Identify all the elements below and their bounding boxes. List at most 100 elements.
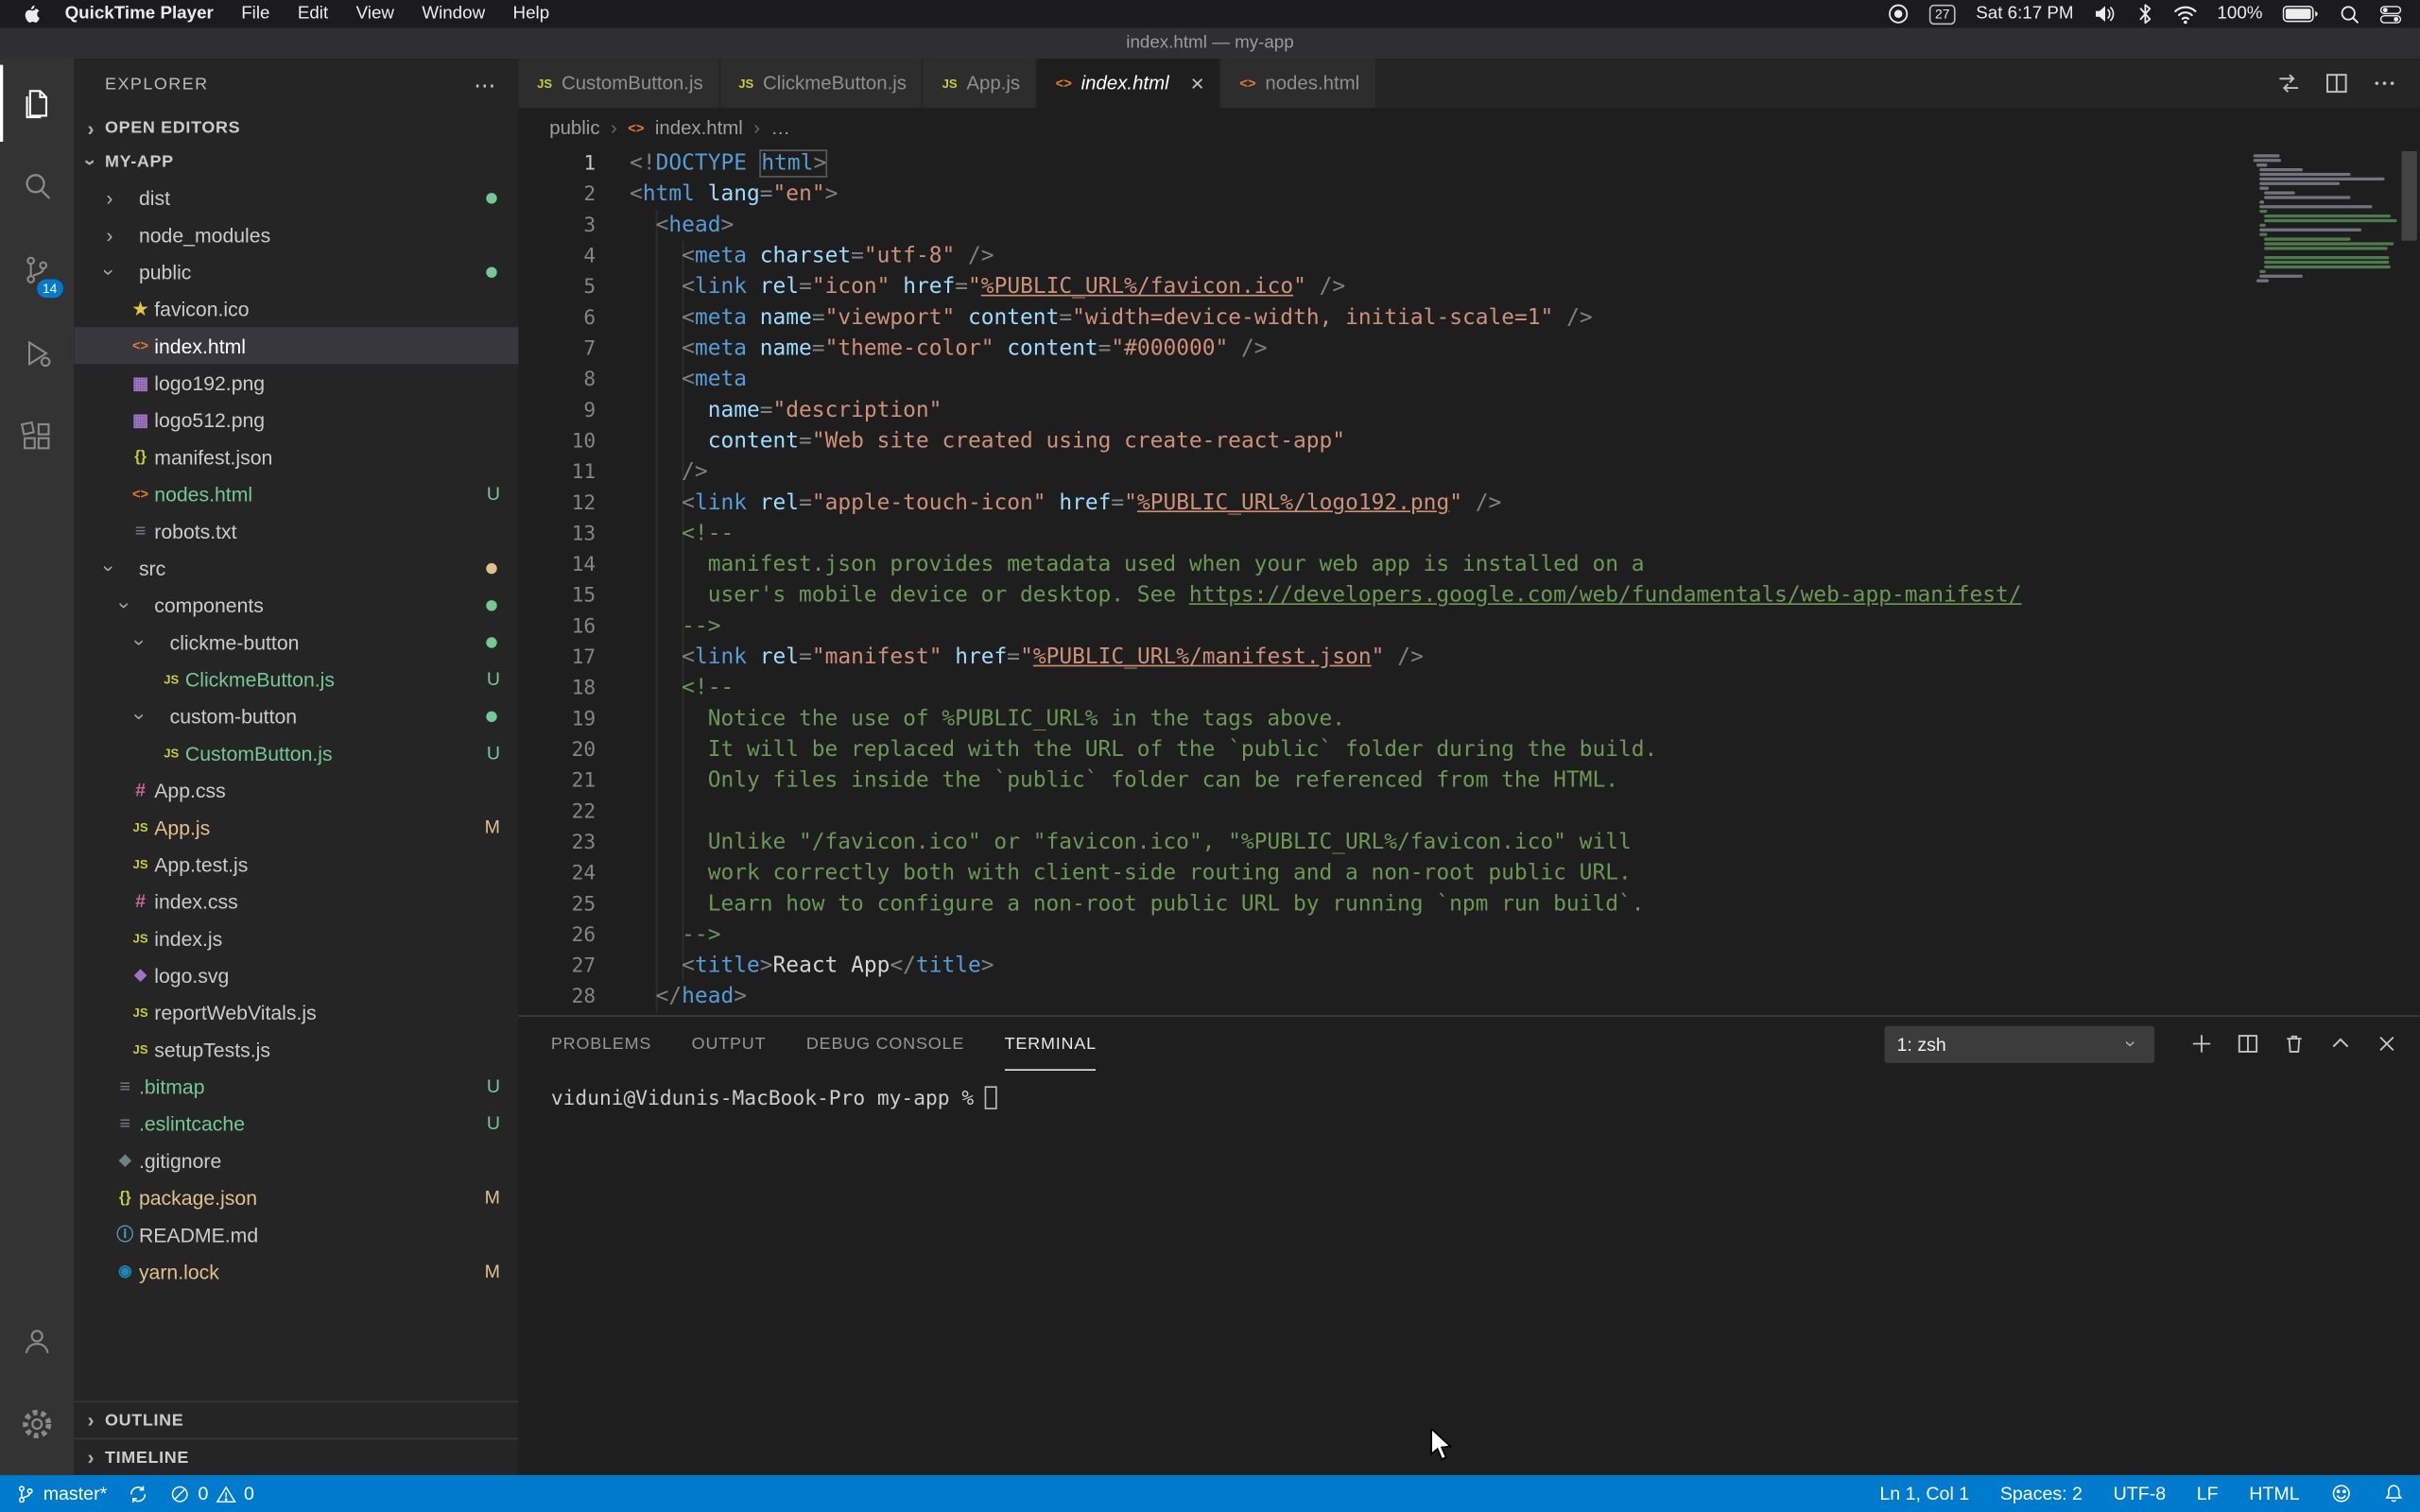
run-debug-icon[interactable] [0,315,74,392]
code-line-3[interactable]: 3 <head> [519,210,2420,241]
menu-item-window[interactable]: Window [408,0,499,27]
status-encoding[interactable]: UTF-8 [2114,1483,2167,1504]
code-line-16[interactable]: 16 --> [519,611,2420,643]
settings-gear-icon[interactable] [0,1385,74,1463]
file-ClickmeButton.js[interactable]: JSClickmeButton.jsU [74,661,518,697]
status-cursor-position[interactable]: Ln 1, Col 1 [1879,1483,1969,1504]
menu-item-edit[interactable]: Edit [284,0,342,27]
new-terminal-icon[interactable] [2190,1032,2213,1055]
status-git-branch[interactable]: master* [15,1483,107,1504]
code-line-5[interactable]: 5 <link rel="icon" href="%PUBLIC_URL%/fa… [519,271,2420,302]
code-line-24[interactable]: 24 work correctly both with client-side … [519,858,2420,889]
file-README.md[interactable]: ⓘREADME.md [74,1216,518,1253]
folder-clickme-button[interactable]: ›clickme-button [74,624,518,661]
code-line-17[interactable]: 17 <link rel="manifest" href="%PUBLIC_UR… [519,642,2420,673]
explorer-icon[interactable] [0,65,74,143]
code-line-2[interactable]: 2<html lang="en"> [519,179,2420,210]
file-reportWebVitals.js[interactable]: JSreportWebVitals.js [74,993,518,1030]
code-line-22[interactable]: 22 [519,796,2420,827]
section-root-folder[interactable]: › MY-APP [74,145,518,179]
code-line-9[interactable]: 9 name="description" [519,395,2420,426]
file-App.css[interactable]: #App.css [74,771,518,808]
code-line-15[interactable]: 15 user's mobile device or desktop. See … [519,580,2420,611]
spotlight-icon[interactable] [2340,4,2360,24]
code-line-26[interactable]: 26 --> [519,919,2420,951]
split-editor-icon[interactable] [2325,71,2349,95]
search-icon[interactable] [0,148,74,226]
code-line-13[interactable]: 13 <!-- [519,519,2420,550]
notifications-bell-icon[interactable] [2383,1483,2405,1504]
file-yarn.lock[interactable]: ◉yarn.lockM [74,1253,518,1290]
file-CustomButton.js[interactable]: JSCustomButton.jsU [74,734,518,771]
code-line-10[interactable]: 10 content="Web site created using creat… [519,426,2420,457]
tab-index.html[interactable]: <>index.html× [1037,59,1221,108]
file-package.json[interactable]: {}package.jsonM [74,1178,518,1215]
folder-dist[interactable]: ›dist [74,179,518,215]
terminal-shell-select[interactable]: 1: zsh › [1884,1025,2154,1062]
code-line-21[interactable]: 21 Only files inside the `public` folder… [519,765,2420,797]
file-nodes.html[interactable]: <>nodes.htmlU [74,475,518,512]
file-logo512.png[interactable]: ▦logo512.png [74,401,518,438]
file-App.js[interactable]: JSApp.jsM [74,809,518,846]
code-line-6[interactable]: 6 <meta name="viewport" content="width=d… [519,302,2420,334]
breadcrumb-file[interactable]: index.html [655,117,743,139]
section-open-editors[interactable]: › OPEN EDITORS [74,112,518,146]
terminal-output[interactable]: viduni@Vidunis-MacBook-Pro my-app % [519,1071,2420,1475]
section-timeline[interactable]: › TIMELINE [74,1438,518,1475]
folder-components[interactable]: ›components [74,586,518,623]
file-setupTests.js[interactable]: JSsetupTests.js [74,1031,518,1068]
code-line-11[interactable]: 11 /> [519,456,2420,488]
file-logo192.png[interactable]: ▦logo192.png [74,364,518,401]
status-sync[interactable] [129,1484,148,1503]
section-outline[interactable]: › OUTLINE [74,1400,518,1437]
wifi-icon[interactable] [2172,4,2197,24]
device-battery-badge[interactable]: 27 [1929,4,1957,24]
tab-nodes.html[interactable]: <>nodes.html [1221,59,1376,108]
apple-menu-icon[interactable] [22,3,42,25]
file-logo.svg[interactable]: ◆logo.svg [74,956,518,993]
panel-tab-problems[interactable]: PROBLEMS [551,1017,651,1071]
code-line-23[interactable]: 23 Unlike "/favicon.ico" or "favicon.ico… [519,827,2420,858]
code-line-14[interactable]: 14 manifest.json provides metadata used … [519,549,2420,580]
compare-changes-icon[interactable] [2276,71,2301,95]
status-eol[interactable]: LF [2197,1483,2219,1504]
folder-public[interactable]: ›public [74,253,518,290]
explorer-more-actions-icon[interactable]: ⋯ [474,72,496,98]
status-problems[interactable]: 0 0 [170,1483,254,1504]
minimap[interactable] [2254,154,2395,284]
code-line-4[interactable]: 4 <meta charset="utf-8" /> [519,241,2420,272]
split-terminal-icon[interactable] [2237,1032,2259,1055]
file-.gitignore[interactable]: ◆.gitignore [74,1142,518,1178]
menu-item-help[interactable]: Help [499,0,563,27]
folder-custom-button[interactable]: ›custom-button [74,697,518,734]
file-robots.txt[interactable]: ≡robots.txt [74,512,518,549]
account-icon[interactable] [0,1302,74,1380]
window-title-bar[interactable]: index.html — my-app [0,27,2420,59]
code-editor[interactable]: 1<!DOCTYPE html>2<html lang="en">3 <head… [519,148,2420,1016]
file-index.js[interactable]: JSindex.js [74,919,518,956]
code-line-18[interactable]: 18 <!-- [519,673,2420,704]
panel-tab-output[interactable]: OUTPUT [692,1017,767,1071]
code-line-1[interactable]: 1<!DOCTYPE html> [519,148,2420,180]
source-control-icon[interactable]: 14 [0,232,74,309]
code-line-25[interactable]: 25 Learn how to configure a non-root pub… [519,888,2420,919]
folder-src[interactable]: ›src [74,549,518,586]
file-index.html[interactable]: <>index.html [74,327,518,364]
file-.bitmap[interactable]: ≡.bitmapU [74,1068,518,1105]
tab-App.js[interactable]: JSApp.js [924,59,1037,108]
breadcrumb-folder[interactable]: public [549,117,599,139]
file-App.test.js[interactable]: JSApp.test.js [74,846,518,883]
file-.eslintcache[interactable]: ≡.eslintcacheU [74,1105,518,1142]
tab-ClickmeButton.js[interactable]: JSClickmeButton.js [720,59,924,108]
tab-CustomButton.js[interactable]: JSCustomButton.js [519,59,720,108]
menu-item-quicktime-player[interactable]: QuickTime Player [51,0,228,27]
status-indentation[interactable]: Spaces: 2 [2000,1483,2083,1504]
extensions-icon[interactable] [0,398,74,475]
code-line-20[interactable]: 20 It will be replaced with the URL of t… [519,734,2420,765]
bluetooth-icon[interactable] [2137,3,2152,25]
file-favicon.ico[interactable]: ★favicon.ico [74,290,518,327]
maximize-panel-icon[interactable] [2329,1032,2352,1055]
editor-scrollbar[interactable] [2401,151,2416,241]
more-actions-icon[interactable] [2372,71,2396,95]
file-index.css[interactable]: #index.css [74,883,518,919]
